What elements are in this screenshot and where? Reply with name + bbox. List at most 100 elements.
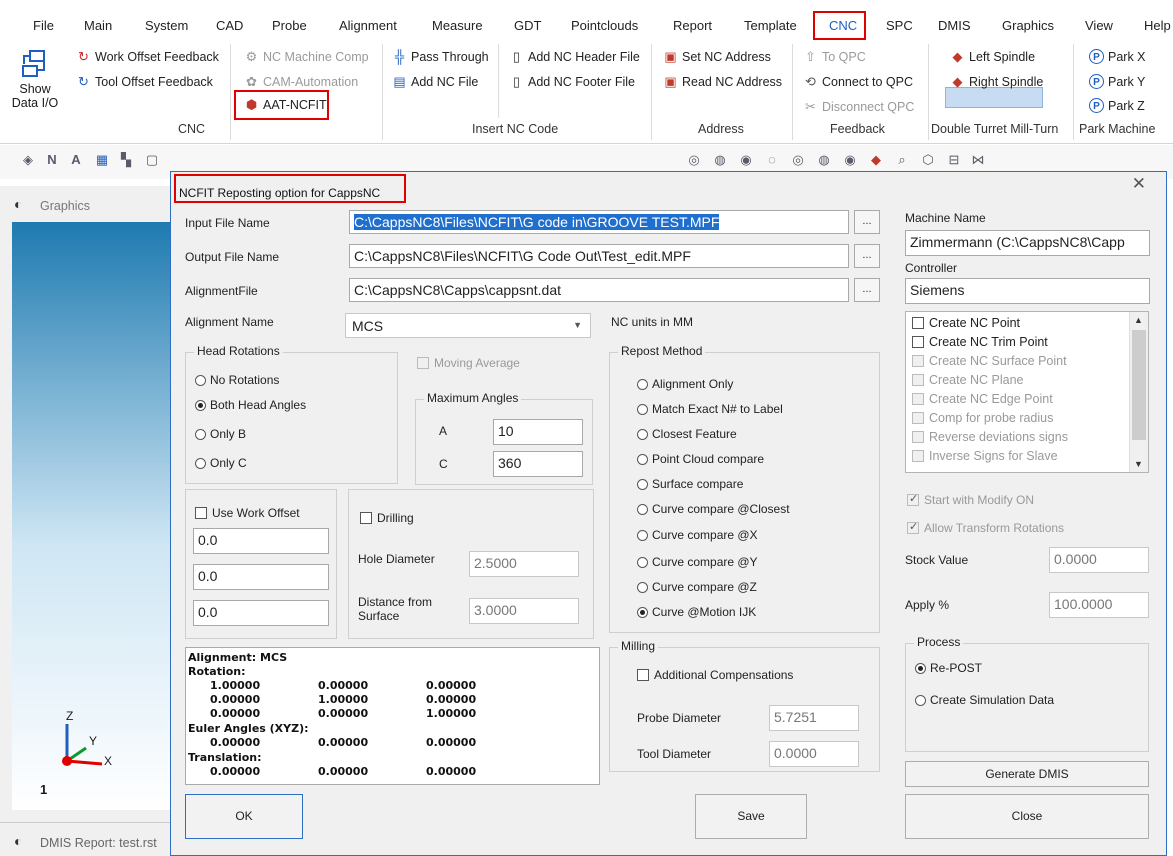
- menu-alignment[interactable]: Alignment: [339, 18, 397, 33]
- check-create-nc-trim-point[interactable]: Create NC Trim Point: [912, 333, 1148, 350]
- connect-to-qpc-button[interactable]: ⟲ Connect to QPC: [803, 74, 913, 89]
- check-inverse-signs-slave[interactable]: Inverse Signs for Slave: [912, 447, 1148, 464]
- menu-help[interactable]: Help: [1144, 18, 1171, 33]
- menu-system[interactable]: System: [145, 18, 188, 33]
- n-icon[interactable]: N: [44, 152, 60, 168]
- frame-icon[interactable]: ▢: [144, 152, 160, 168]
- generate-dmis-button[interactable]: Generate DMIS: [905, 761, 1149, 787]
- check-create-nc-plane[interactable]: Create NC Plane: [912, 371, 1148, 388]
- work-offset-y-field[interactable]: 0.0: [193, 564, 329, 590]
- view-icon[interactable]: ◍: [712, 152, 728, 168]
- panel-icon[interactable]: ⊟: [946, 152, 962, 168]
- work-offset-z-field[interactable]: 0.0: [193, 600, 329, 626]
- layers-icon[interactable]: ▚: [118, 152, 134, 168]
- to-qpc-button[interactable]: ⇧ To QPC: [803, 49, 866, 64]
- view-icon[interactable]: ◆: [868, 152, 884, 168]
- set-nc-address-button[interactable]: ▣ Set NC Address: [663, 49, 771, 64]
- start-with-modify-checkbox[interactable]: Start with Modify ON: [907, 492, 1034, 507]
- menu-main[interactable]: Main: [84, 18, 112, 33]
- scroll-down-icon[interactable]: ▼: [1134, 459, 1143, 469]
- checklist-scrollbar[interactable]: ▲ ▼: [1129, 312, 1148, 472]
- read-nc-address-button[interactable]: ▣ Read NC Address: [663, 74, 782, 89]
- radio-curve-compare-closest[interactable]: Curve compare @Closest: [637, 502, 790, 516]
- alignment-name-select[interactable]: MCS ▼: [345, 313, 591, 338]
- pass-through-button[interactable]: ╬ Pass Through: [392, 49, 489, 64]
- menu-view[interactable]: View: [1085, 18, 1113, 33]
- radio-only-c[interactable]: Only C: [195, 456, 247, 470]
- menu-pointclouds[interactable]: Pointclouds: [571, 18, 638, 33]
- cube-icon[interactable]: ◈: [20, 152, 36, 168]
- menu-gdt[interactable]: GDT: [514, 18, 541, 33]
- disconnect-qpc-button[interactable]: ✂ Disconnect QPC: [803, 99, 914, 114]
- check-create-nc-edge-point[interactable]: Create NC Edge Point: [912, 390, 1148, 407]
- work-offset-feedback-button[interactable]: ↻ Work Offset Feedback: [76, 49, 219, 64]
- radio-only-b[interactable]: Only B: [195, 427, 246, 441]
- view-icon[interactable]: ◌: [764, 152, 780, 168]
- a-icon[interactable]: A: [68, 152, 84, 168]
- menu-report[interactable]: Report: [673, 18, 712, 33]
- add-nc-header-file-button[interactable]: ▯ Add NC Header File: [509, 49, 640, 64]
- ok-button[interactable]: OK: [185, 794, 303, 839]
- allow-transform-checkbox[interactable]: Allow Transform Rotations: [907, 520, 1064, 535]
- report-tab-bar[interactable]: ◐ DMIS Report: test.rst: [0, 822, 172, 856]
- eraser-icon[interactable]: ⬡: [920, 152, 936, 168]
- check-reverse-deviations[interactable]: Reverse deviations signs: [912, 428, 1148, 445]
- menu-probe[interactable]: Probe: [272, 18, 307, 33]
- radio-alignment-only[interactable]: Alignment Only: [637, 377, 733, 391]
- radio-curve-compare-z[interactable]: Curve compare @Z: [637, 580, 757, 594]
- radio-curve-motion-ijk[interactable]: Curve @Motion IJK: [637, 605, 756, 619]
- radio-both-head-angles[interactable]: Both Head Angles: [195, 398, 306, 412]
- radio-closest-feature[interactable]: Closest Feature: [637, 427, 737, 441]
- alignment-file-browse-button[interactable]: ...: [854, 278, 880, 302]
- left-spindle-button[interactable]: ◆ Left Spindle: [950, 49, 1036, 64]
- probe-diameter-field[interactable]: 5.7251: [769, 705, 859, 731]
- show-data-io-button[interactable]: Show Data I/O: [10, 48, 60, 120]
- radio-curve-compare-x[interactable]: Curve compare @X: [637, 528, 758, 542]
- check-create-nc-point[interactable]: Create NC Point: [912, 314, 1148, 331]
- controller-field[interactable]: Siemens: [905, 278, 1150, 304]
- radio-create-simulation[interactable]: Create Simulation Data: [915, 693, 1054, 707]
- distance-field[interactable]: 3.0000: [469, 598, 579, 624]
- menu-dmis[interactable]: DMIS: [938, 18, 971, 33]
- view-icon[interactable]: ◉: [738, 152, 754, 168]
- radio-no-rotations[interactable]: No Rotations: [195, 373, 279, 387]
- view-icon[interactable]: ◎: [686, 152, 702, 168]
- alignment-file-field[interactable]: C:\CappsNC8\Capps\cappsnt.dat: [349, 278, 849, 302]
- drilling-checkbox[interactable]: Drilling: [360, 511, 414, 525]
- radio-surface-compare[interactable]: Surface compare: [637, 477, 743, 491]
- park-y-button[interactable]: P Park Y: [1089, 74, 1145, 89]
- park-x-button[interactable]: P Park X: [1089, 49, 1146, 64]
- view-icon[interactable]: ◎: [790, 152, 806, 168]
- save-button[interactable]: Save: [695, 794, 807, 839]
- right-spindle-button[interactable]: ◆ Right Spindle: [950, 74, 1044, 89]
- cam-automation-button[interactable]: ✿ CAM-Automation: [244, 74, 358, 89]
- work-offset-x-field[interactable]: 0.0: [193, 528, 329, 554]
- nc-machine-comp-button[interactable]: ⚙ NC Machine Comp: [244, 49, 369, 64]
- grid-icon[interactable]: ▦: [94, 152, 110, 168]
- menu-cad[interactable]: CAD: [216, 18, 243, 33]
- menu-spc[interactable]: SPC: [886, 18, 913, 33]
- stock-value-field[interactable]: 0.0000: [1049, 547, 1149, 573]
- moving-average-checkbox[interactable]: Moving Average: [417, 356, 520, 370]
- input-file-browse-button[interactable]: ...: [854, 210, 880, 234]
- add-nc-footer-file-button[interactable]: ▯ Add NC Footer File: [509, 74, 635, 89]
- check-create-nc-surface-point[interactable]: Create NC Surface Point: [912, 352, 1148, 369]
- mirror-icon[interactable]: ⋈: [970, 152, 986, 168]
- additional-compensations-checkbox[interactable]: Additional Compensations: [637, 668, 793, 682]
- park-z-button[interactable]: P Park Z: [1089, 98, 1145, 113]
- scroll-up-icon[interactable]: ▲: [1134, 315, 1143, 325]
- tool-offset-feedback-button[interactable]: ↻ Tool Offset Feedback: [76, 74, 213, 89]
- view-icon[interactable]: ◍: [816, 152, 832, 168]
- menu-graphics[interactable]: Graphics: [1002, 18, 1054, 33]
- radio-point-cloud-compare[interactable]: Point Cloud compare: [637, 452, 764, 466]
- add-nc-file-button[interactable]: ▤ Add NC File: [392, 74, 478, 89]
- menu-template[interactable]: Template: [744, 18, 797, 33]
- radio-re-post[interactable]: Re-POST: [915, 661, 982, 675]
- view-icon[interactable]: ◉: [842, 152, 858, 168]
- scroll-thumb[interactable]: [1132, 330, 1146, 440]
- input-file-field[interactable]: C:\CappsNC8\Files\NCFIT\G code in\GROOVE…: [349, 210, 849, 234]
- machine-name-field[interactable]: Zimmermann (C:\CappsNC8\Capp: [905, 230, 1150, 256]
- menu-measure[interactable]: Measure: [432, 18, 483, 33]
- options-checklist[interactable]: Create NC Point Create NC Trim Point Cre…: [905, 311, 1149, 473]
- use-work-offset-checkbox[interactable]: Use Work Offset: [195, 506, 300, 520]
